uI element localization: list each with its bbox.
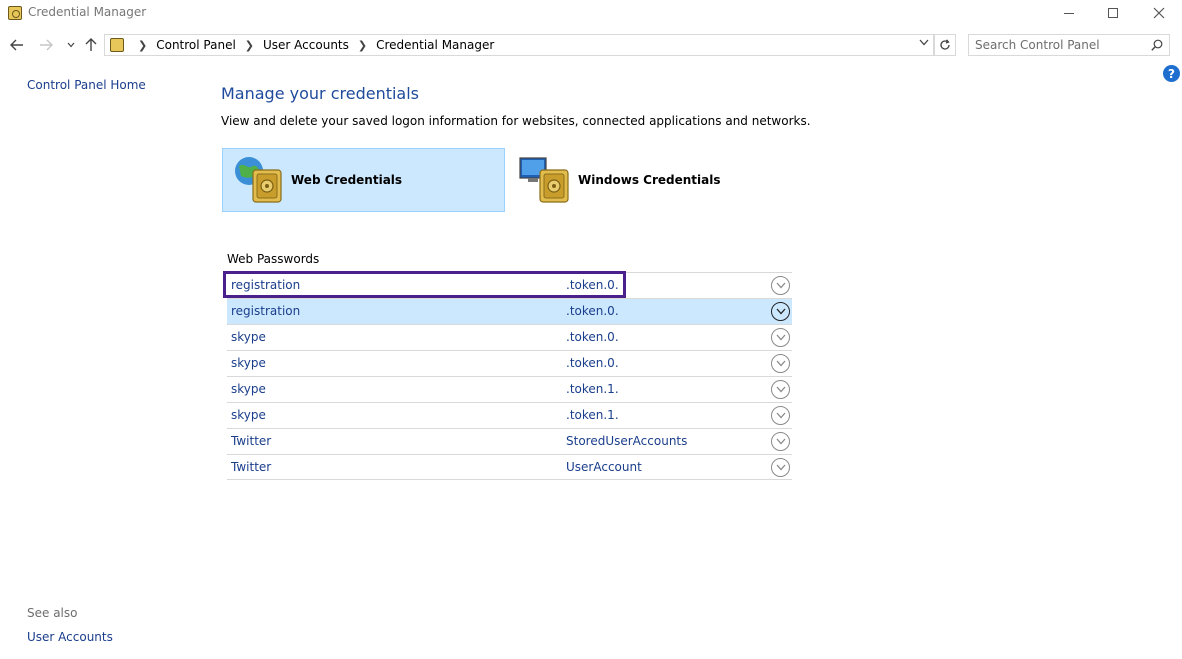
credential-name: skype bbox=[231, 330, 266, 344]
chevron-down-icon bbox=[776, 308, 785, 315]
expand-button[interactable] bbox=[771, 380, 790, 399]
credential-name: skype bbox=[231, 356, 266, 370]
breadcrumb-separator[interactable]: ❯ bbox=[245, 39, 254, 52]
breadcrumb-user-accounts[interactable]: User Accounts bbox=[263, 38, 349, 52]
address-dropdown-button[interactable] bbox=[919, 38, 929, 49]
breadcrumb-control-panel[interactable]: Control Panel bbox=[156, 38, 236, 52]
credential-row[interactable]: registration .token.0. bbox=[227, 298, 792, 324]
credential-detail: StoredUserAccounts bbox=[566, 434, 688, 448]
web-credentials-icon bbox=[235, 157, 282, 203]
search-input[interactable] bbox=[975, 37, 1145, 53]
chevron-down-icon bbox=[919, 39, 929, 46]
chevron-down-icon bbox=[776, 464, 785, 471]
credential-detail: .token.1. bbox=[566, 382, 619, 396]
chevron-down-icon bbox=[776, 282, 785, 289]
credential-name: Twitter bbox=[231, 460, 272, 474]
breadcrumb-credential-manager[interactable]: Credential Manager bbox=[376, 38, 494, 52]
credential-row[interactable]: skype .token.1. bbox=[227, 402, 792, 428]
maximize-button[interactable] bbox=[1090, 0, 1136, 26]
credential-row[interactable]: Twitter StoredUserAccounts bbox=[227, 428, 792, 454]
chevron-down-icon bbox=[776, 360, 785, 367]
address-bar[interactable]: ❯ Control Panel ❯ User Accounts ❯ Creden… bbox=[104, 34, 934, 56]
expand-button[interactable] bbox=[771, 432, 790, 451]
credential-row[interactable]: skype .token.1. bbox=[227, 376, 792, 402]
chevron-down-icon bbox=[67, 42, 75, 48]
credential-name: Twitter bbox=[231, 434, 272, 448]
back-button[interactable] bbox=[7, 35, 27, 55]
expand-button[interactable] bbox=[771, 302, 790, 321]
credential-name: registration bbox=[231, 304, 301, 318]
chevron-down-icon bbox=[776, 386, 785, 393]
windows-credentials-label: Windows Credentials bbox=[578, 173, 721, 187]
credential-name: skype bbox=[231, 382, 266, 396]
minimize-button[interactable] bbox=[1046, 0, 1092, 26]
breadcrumb-separator[interactable]: ❯ bbox=[138, 39, 147, 52]
credential-detail: UserAccount bbox=[566, 460, 642, 474]
help-icon: ? bbox=[1168, 66, 1175, 81]
credential-detail: .token.0. bbox=[566, 330, 619, 344]
windows-credentials-icon bbox=[519, 157, 569, 203]
web-credentials-tile[interactable]: Web Credentials bbox=[222, 148, 505, 212]
web-passwords-heading: Web Passwords bbox=[227, 252, 320, 266]
control-panel-icon bbox=[110, 38, 124, 52]
credential-detail: .token.1. bbox=[566, 408, 619, 422]
refresh-icon bbox=[940, 39, 950, 50]
page-description: View and delete your saved logon informa… bbox=[221, 114, 811, 128]
refresh-button[interactable] bbox=[934, 34, 956, 56]
title-bar: Credential Manager bbox=[0, 0, 1182, 26]
window-title: Credential Manager bbox=[28, 5, 147, 19]
expand-button[interactable] bbox=[771, 406, 790, 425]
chevron-down-icon bbox=[776, 438, 785, 445]
search-icon[interactable] bbox=[1151, 39, 1163, 51]
back-arrow-icon bbox=[10, 39, 23, 51]
credential-detail: .token.0. bbox=[566, 304, 619, 318]
page-title: Manage your credentials bbox=[221, 84, 420, 103]
user-accounts-link[interactable]: User Accounts bbox=[27, 630, 113, 644]
up-arrow-icon bbox=[85, 38, 97, 51]
close-button[interactable] bbox=[1136, 0, 1182, 26]
breadcrumb: ❯ Control Panel ❯ User Accounts ❯ Creden… bbox=[129, 38, 494, 52]
chevron-down-icon bbox=[776, 334, 785, 341]
up-button[interactable] bbox=[81, 35, 101, 55]
forward-arrow-icon bbox=[40, 39, 53, 51]
highlight-outline bbox=[223, 271, 626, 298]
chevron-down-icon bbox=[776, 412, 785, 419]
minimize-icon bbox=[1064, 12, 1074, 14]
credential-detail: .token.0. bbox=[566, 356, 619, 370]
credential-manager-icon bbox=[8, 6, 22, 20]
windows-credentials-tile[interactable]: Windows Credentials bbox=[510, 148, 793, 212]
maximize-icon bbox=[1108, 8, 1118, 18]
credential-name: skype bbox=[231, 408, 266, 422]
recent-locations-button[interactable] bbox=[61, 35, 81, 55]
navigation-bar: ❯ Control Panel ❯ User Accounts ❯ Creden… bbox=[0, 33, 1182, 57]
help-button[interactable]: ? bbox=[1163, 65, 1180, 82]
close-icon bbox=[1153, 7, 1165, 19]
expand-button[interactable] bbox=[771, 458, 790, 477]
web-credentials-label: Web Credentials bbox=[291, 173, 403, 187]
expand-button[interactable] bbox=[771, 354, 790, 373]
breadcrumb-separator[interactable]: ❯ bbox=[358, 39, 367, 52]
credential-row[interactable]: Twitter UserAccount bbox=[227, 454, 792, 480]
control-panel-home-link[interactable]: Control Panel Home bbox=[27, 78, 146, 92]
expand-button[interactable] bbox=[771, 276, 790, 295]
see-also-label: See also bbox=[27, 606, 78, 620]
search-box[interactable] bbox=[968, 34, 1170, 56]
web-passwords-list: registration .token.0. registration .token.… bbox=[227, 272, 792, 480]
credential-row[interactable]: skype .token.0. bbox=[227, 350, 792, 376]
credential-row[interactable]: skype .token.0. bbox=[227, 324, 792, 350]
forward-button[interactable] bbox=[36, 35, 56, 55]
expand-button[interactable] bbox=[771, 328, 790, 347]
